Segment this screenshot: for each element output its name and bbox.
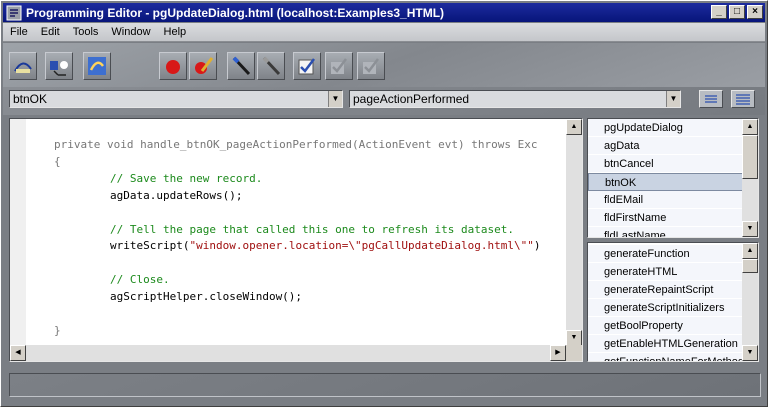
code-line: } — [54, 323, 61, 337]
list-item-selected[interactable]: btnOK — [588, 173, 743, 191]
checklist-icon — [298, 58, 315, 75]
check-disabled-2-button[interactable] — [357, 52, 385, 80]
toolbar — [3, 43, 765, 87]
wand-gray-icon — [262, 56, 281, 76]
scroll-right-icon[interactable]: ▶ — [550, 345, 566, 361]
scrollbar-corner — [566, 345, 582, 361]
scroll-down-icon[interactable]: ▼ — [742, 221, 758, 237]
scroll-up-icon[interactable]: ▲ — [742, 119, 758, 135]
code-line: private void handle_btnOK_pageActionPerf… — [54, 138, 538, 151]
wand-disabled-button[interactable] — [257, 52, 285, 80]
chevron-down-icon[interactable]: ▼ — [328, 91, 342, 107]
code-string: "window.opener.location=\"pgCallUpdateDi… — [189, 239, 534, 253]
scroll-down-icon[interactable]: ▼ — [742, 345, 758, 361]
step-icon — [14, 62, 32, 73]
check-disabled-button[interactable] — [325, 52, 353, 80]
chevron-down-icon[interactable]: ▼ — [666, 91, 680, 107]
editor-vertical-scrollbar[interactable]: ▲ ▼ — [566, 119, 582, 346]
check-disabled-2-icon — [363, 58, 379, 74]
scroll-thumb[interactable] — [742, 135, 758, 179]
objects-list-scrollbar[interactable]: ▲ ▼ — [742, 119, 758, 237]
code-comment: // Tell the page that called this one to… — [110, 222, 514, 236]
editor-window: Programming Editor - pgUpdateDialog.html… — [0, 0, 768, 407]
scroll-thumb[interactable] — [742, 259, 758, 273]
code-text[interactable]: private void handle_btnOK_pageActionPerf… — [54, 137, 566, 347]
list-item[interactable]: fldEMail — [588, 191, 743, 209]
list-item[interactable]: getEnableHTMLGeneration — [588, 335, 743, 353]
methods-list[interactable]: generateFunction generateHTML generateRe… — [587, 242, 759, 362]
code-line: { — [54, 154, 61, 168]
list-item[interactable]: getBoolProperty — [588, 317, 743, 335]
event-selector[interactable]: pageActionPerformed ▼ — [349, 90, 681, 108]
step-button[interactable] — [9, 52, 37, 80]
minimize-button[interactable]: _ — [711, 5, 727, 19]
detail-view-icon — [736, 94, 750, 105]
scroll-up-icon[interactable]: ▲ — [566, 119, 582, 135]
code-call: writeScript( — [110, 239, 190, 253]
close-button[interactable]: × — [747, 5, 763, 19]
scroll-left-icon[interactable]: ◀ — [10, 345, 26, 361]
wand-button[interactable] — [227, 52, 255, 80]
list-item[interactable]: pgUpdateDialog — [588, 119, 743, 137]
code-editor[interactable]: private void handle_btnOK_pageActionPerf… — [9, 118, 583, 362]
title-bar[interactable]: Programming Editor - pgUpdateDialog.html… — [3, 3, 765, 22]
code-call-end: ) — [533, 239, 541, 253]
menu-file[interactable]: File — [3, 26, 34, 38]
list-item[interactable]: agData — [588, 137, 743, 155]
code-comment: // Save the new record. — [110, 171, 263, 185]
selector-bar: btnOK ▼ pageActionPerformed ▼ — [3, 87, 765, 115]
code-line: writeScript("window.opener.location=\"pg… — [54, 238, 566, 255]
list-item[interactable]: generateFunction — [588, 245, 743, 263]
menu-bar: File Edit Tools Window Help — [3, 23, 765, 42]
menu-edit[interactable]: Edit — [34, 26, 66, 38]
checklist-button[interactable] — [293, 52, 321, 80]
event-selector-value: pageActionPerformed — [353, 92, 470, 106]
network-icon — [50, 61, 68, 76]
list-view-button[interactable] — [699, 90, 723, 108]
code-comment: // Close. — [110, 273, 170, 287]
list-item[interactable]: generateScriptInitializers — [588, 299, 743, 317]
app-icon — [6, 5, 22, 21]
refresh-button[interactable] — [83, 52, 111, 80]
network-button[interactable] — [45, 52, 73, 80]
detail-view-button[interactable] — [731, 90, 755, 108]
menu-help[interactable]: Help — [157, 26, 193, 38]
edit-breakpoint-icon — [195, 57, 214, 74]
check-disabled-icon — [331, 58, 347, 74]
menu-tools[interactable]: Tools — [66, 26, 105, 38]
object-selector-value: btnOK — [13, 92, 48, 106]
breakpoint-icon — [166, 60, 180, 74]
list-item[interactable]: getFunctionNameForMethod — [588, 353, 744, 361]
editor-gutter — [10, 119, 26, 346]
list-item[interactable]: fldLastName — [588, 227, 743, 237]
editor-horizontal-scrollbar[interactable]: ◀ ▶ — [10, 345, 566, 361]
code-line: agScriptHelper.closeWindow(); — [110, 290, 303, 304]
list-item[interactable]: btnCancel — [588, 155, 743, 173]
breakpoint-button[interactable] — [159, 52, 187, 80]
objects-list[interactable]: pgUpdateDialog agData btnCancel btnOK fl… — [587, 118, 759, 238]
window-title: Programming Editor - pgUpdateDialog.html… — [26, 5, 445, 20]
menu-window[interactable]: Window — [104, 26, 156, 38]
code-line: agData.updateRows(); — [110, 188, 243, 202]
refresh-icon — [88, 57, 106, 75]
wand-icon — [232, 56, 251, 76]
maximize-button[interactable]: □ — [729, 5, 745, 19]
status-bar — [9, 373, 761, 397]
edit-breakpoint-button[interactable] — [189, 52, 217, 80]
scroll-up-icon[interactable]: ▲ — [742, 243, 758, 259]
methods-list-scrollbar[interactable]: ▲ ▼ — [742, 243, 758, 361]
list-view-icon — [705, 95, 717, 103]
list-item[interactable]: generateRepaintScript — [588, 281, 743, 299]
object-selector[interactable]: btnOK ▼ — [9, 90, 343, 108]
scroll-down-icon[interactable]: ▼ — [566, 330, 582, 346]
list-item[interactable]: fldFirstName — [588, 209, 743, 227]
list-item[interactable]: generateHTML — [588, 263, 743, 281]
